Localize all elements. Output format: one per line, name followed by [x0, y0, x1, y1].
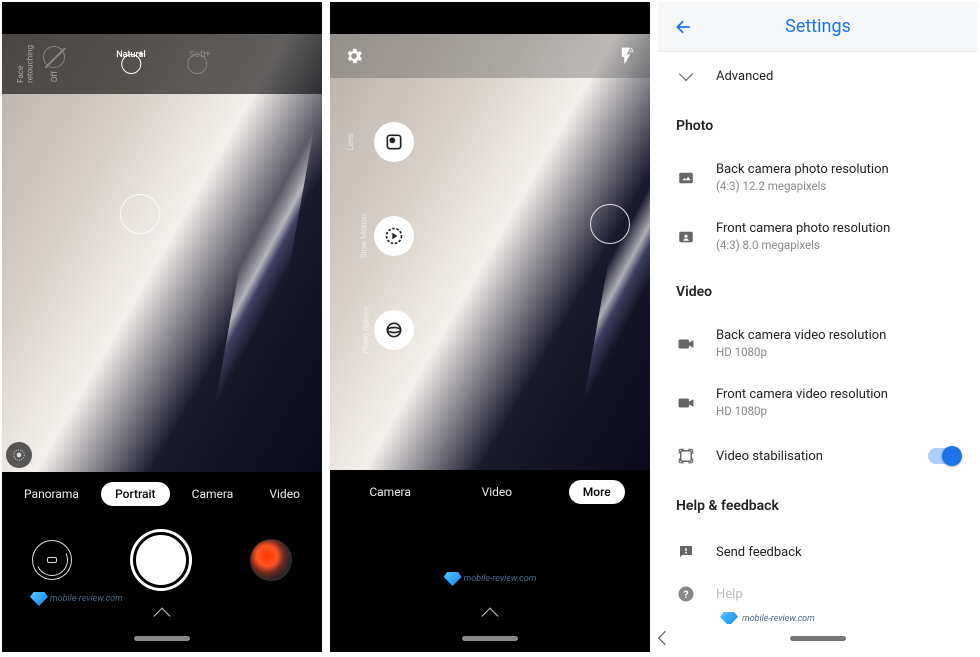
- motion-icon: [12, 448, 26, 462]
- send-feedback-row[interactable]: Send feedback: [658, 528, 978, 576]
- camera-viewfinder[interactable]: A Lens Slow Motion Photo Sphere: [330, 34, 650, 470]
- videocam-icon: [677, 396, 695, 410]
- lens-icon: [384, 132, 404, 152]
- mode-video[interactable]: Video: [255, 482, 314, 506]
- photo-section-header: Photo: [658, 100, 978, 148]
- photo-sphere-icon: [384, 320, 404, 340]
- video-stabilisation-row[interactable]: Video stabilisation: [658, 432, 978, 480]
- nav-home-pill[interactable]: [134, 636, 190, 641]
- mode-strip: Camera Video More: [330, 470, 650, 514]
- face-retouching-label: Face retouching: [16, 45, 35, 83]
- watermark: mobile-review.com: [30, 592, 123, 606]
- mode-camera[interactable]: Camera: [178, 482, 248, 506]
- mode-camera[interactable]: Camera: [355, 480, 425, 504]
- status-bar: [330, 2, 650, 34]
- portrait-icon: [677, 228, 695, 246]
- watermark-gem-icon: [444, 572, 462, 586]
- viewfinder-sheen: [572, 34, 650, 470]
- focus-indicator: [120, 194, 160, 234]
- status-bar: [2, 2, 322, 34]
- chevron-down-icon: [679, 67, 693, 81]
- help-icon: ?: [677, 585, 695, 603]
- retouch-soft-icon: [188, 54, 208, 74]
- slow-motion-icon: [384, 226, 404, 246]
- bottom-controls: Camera Video More mobile-review.com: [330, 470, 650, 652]
- settings-title: Settings: [658, 16, 978, 37]
- stabilisation-icon: [677, 447, 695, 465]
- retouch-natural-button[interactable]: Natural: [116, 50, 145, 74]
- camera-viewfinder[interactable]: Face retouching Off Natural Soft: [2, 34, 322, 472]
- settings-body[interactable]: Advanced Photo Back camera photo resolut…: [658, 52, 978, 624]
- mode-portrait[interactable]: Portrait: [101, 482, 169, 506]
- retouch-soft-button[interactable]: Soft: [188, 50, 208, 74]
- gear-icon: [344, 46, 364, 66]
- flash-button[interactable]: A: [616, 46, 636, 66]
- camera-icon: [47, 557, 57, 563]
- bottom-controls: Panorama Portrait Camera Video mobile-re…: [2, 472, 322, 652]
- front-camera-video-row[interactable]: Front camera video resolution HD 1080p: [658, 373, 978, 432]
- lens-label: Lens: [346, 133, 355, 150]
- watermark-gem-icon: [720, 612, 738, 624]
- photo-sphere-label: Photo Sphere: [361, 306, 370, 354]
- motion-toggle-button[interactable]: [6, 442, 32, 468]
- video-section-header: Video: [658, 266, 978, 314]
- back-camera-video-row[interactable]: Back camera video resolution HD 1080p: [658, 314, 978, 373]
- watermark-gem-icon: [30, 592, 48, 606]
- stabilisation-toggle[interactable]: [928, 448, 960, 464]
- chevron-up-icon[interactable]: [482, 608, 499, 625]
- svg-text:?: ?: [683, 588, 688, 601]
- retouch-natural-icon: [121, 54, 141, 74]
- svg-text:A: A: [629, 47, 634, 55]
- android-navbar: [658, 624, 978, 652]
- image-icon: [677, 169, 695, 187]
- lens-button[interactable]: Lens: [374, 122, 414, 162]
- settings-button[interactable]: [344, 46, 364, 66]
- face-retouching-bar: Face retouching Off Natural Soft: [2, 34, 322, 94]
- slow-motion-label: Slow Motion: [360, 214, 369, 258]
- phone-screen-more: A Lens Slow Motion Photo Sphere Camera V…: [330, 2, 650, 652]
- flash-auto-icon: A: [616, 46, 636, 66]
- phone-screen-settings: Settings Advanced Photo Back camera phot…: [658, 2, 978, 652]
- feedback-icon: [677, 543, 695, 561]
- android-navbar: [330, 624, 650, 652]
- shutter-button[interactable]: [133, 532, 189, 588]
- help-row[interactable]: ? Help: [658, 576, 978, 608]
- gallery-thumbnail[interactable]: [250, 539, 292, 581]
- switch-camera-button[interactable]: [32, 540, 72, 580]
- videocam-icon: [677, 337, 695, 351]
- face-retouching-off-button[interactable]: Off: [43, 46, 65, 82]
- watermark: mobile-review.com: [658, 608, 978, 624]
- front-camera-photo-row[interactable]: Front camera photo resolution (4:3) 8.0 …: [658, 207, 978, 266]
- mode-strip: Panorama Portrait Camera Video: [2, 472, 322, 516]
- settings-header: Settings: [658, 2, 978, 52]
- watermark: mobile-review.com: [444, 572, 537, 586]
- nav-home-pill[interactable]: [462, 636, 518, 641]
- slow-motion-button[interactable]: Slow Motion: [374, 216, 414, 256]
- mode-more[interactable]: More: [569, 480, 625, 504]
- retouching-off-icon: [43, 46, 65, 68]
- back-button[interactable]: [674, 17, 694, 37]
- arrow-left-icon: [674, 17, 694, 37]
- camera-top-bar: A: [330, 34, 650, 78]
- nav-home-pill[interactable]: [790, 636, 846, 641]
- mode-panorama[interactable]: Panorama: [10, 482, 93, 506]
- android-navbar: [2, 624, 322, 652]
- focus-indicator: [590, 204, 630, 244]
- mode-video[interactable]: Video: [468, 480, 527, 504]
- more-options-column: Lens Slow Motion Photo Sphere: [374, 122, 414, 350]
- viewfinder-sheen: [203, 34, 322, 472]
- nav-back-button[interactable]: [658, 631, 672, 645]
- photo-sphere-button[interactable]: Photo Sphere: [374, 310, 414, 350]
- phone-screen-portrait: Face retouching Off Natural Soft: [2, 2, 322, 652]
- help-section-header: Help & feedback: [658, 480, 978, 528]
- back-camera-photo-row[interactable]: Back camera photo resolution (4:3) 12.2 …: [658, 148, 978, 207]
- advanced-row[interactable]: Advanced: [658, 52, 978, 100]
- chevron-up-icon[interactable]: [154, 608, 171, 625]
